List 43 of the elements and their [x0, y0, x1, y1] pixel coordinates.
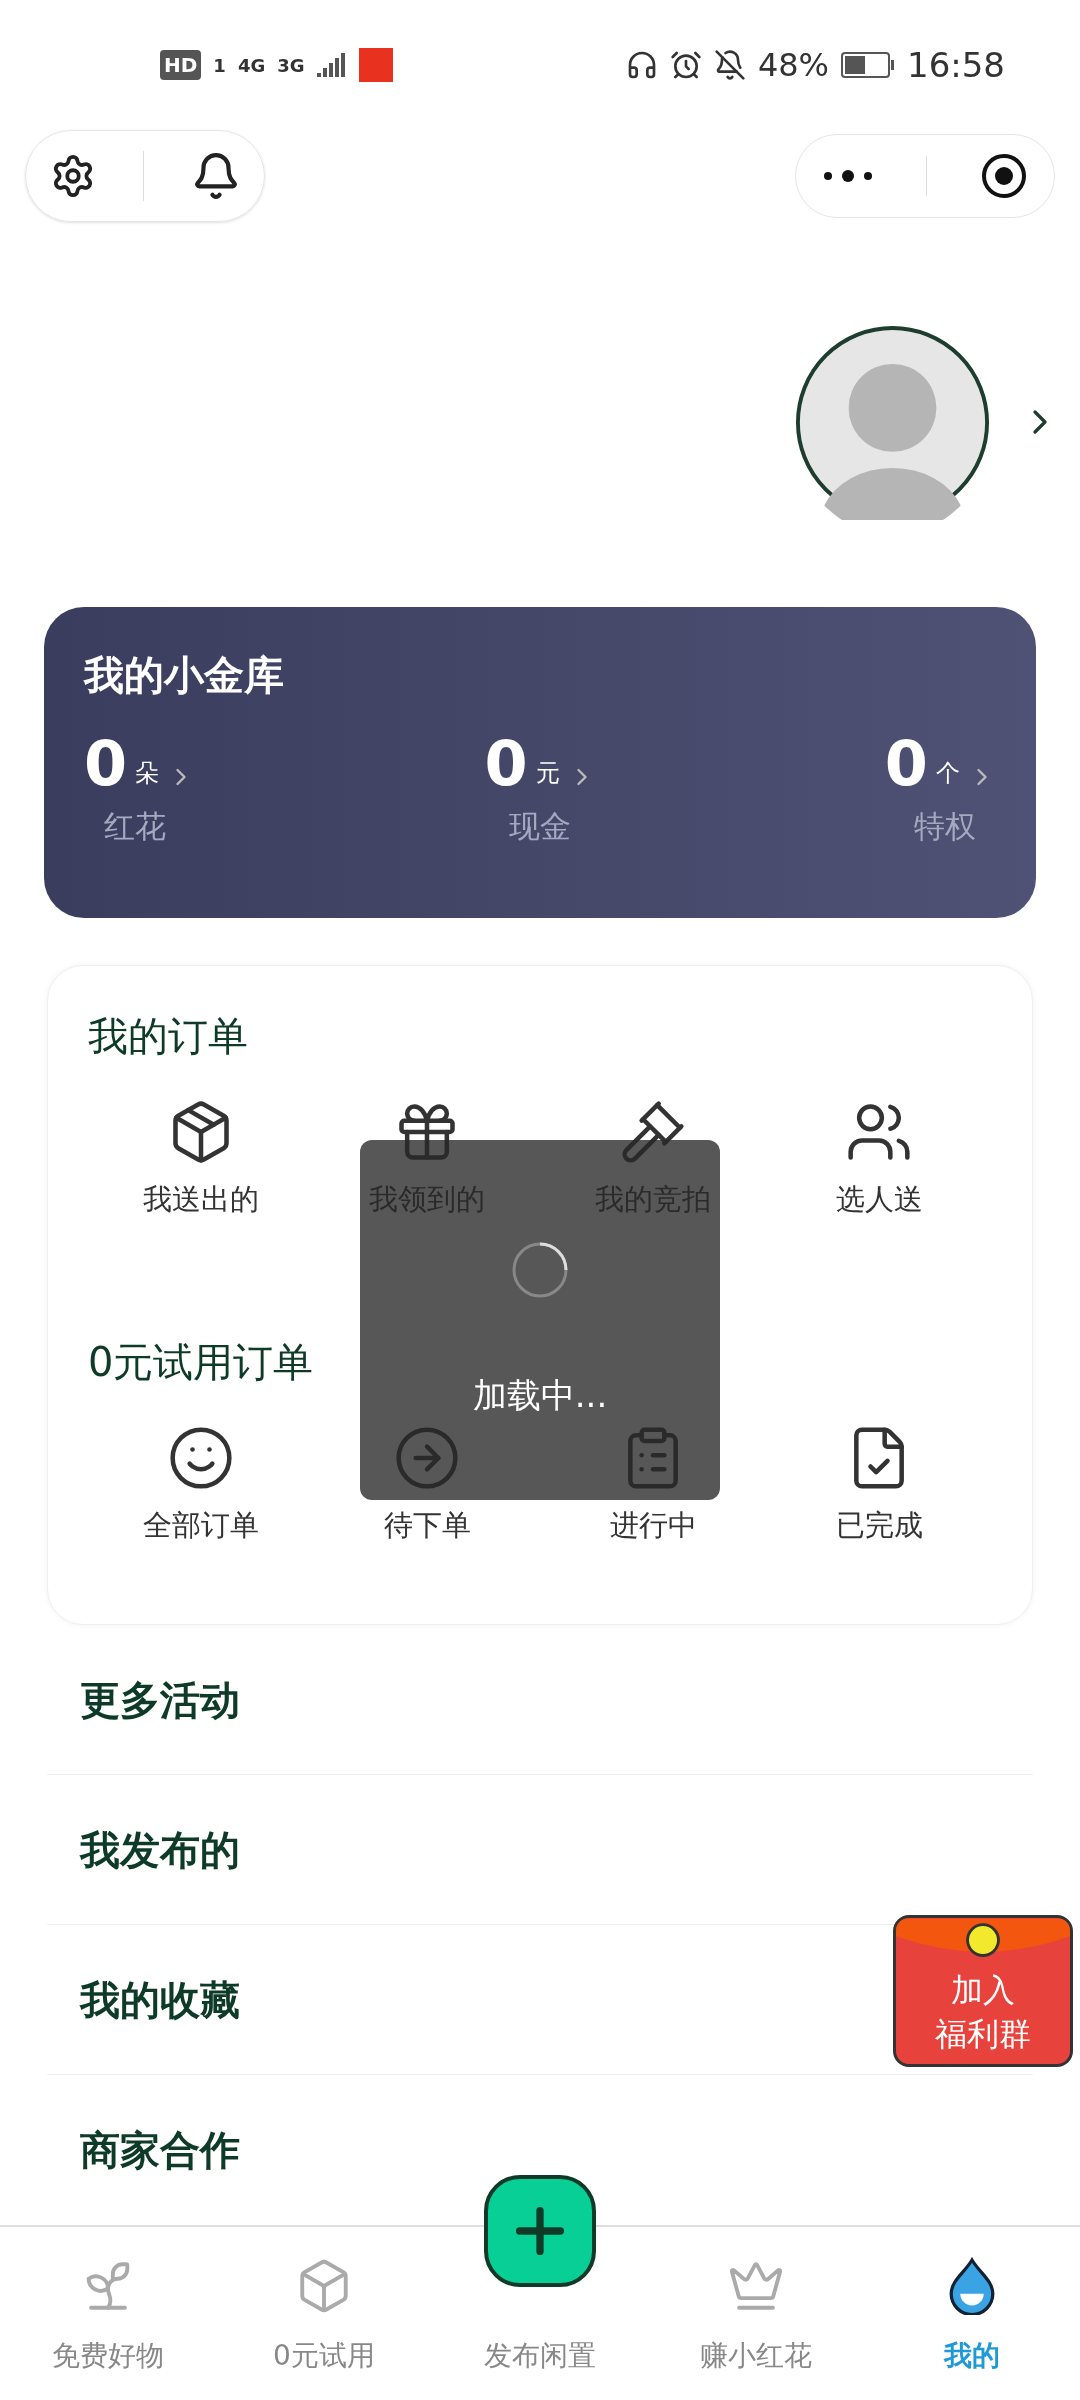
menu-item[interactable]: 更多活动 — [80, 1669, 240, 1730]
order-shortcut[interactable]: 已完成 — [835, 1503, 923, 1547]
signal-icon — [316, 53, 347, 77]
promo-text: 福利群 — [935, 2014, 1031, 2055]
status-indicator: 3G — [277, 53, 305, 78]
stat-label: 红花 — [103, 807, 167, 846]
tab[interactable]: 赚小红花 — [648, 2227, 864, 2400]
section-title: 我的订单 — [88, 1012, 249, 1061]
stat-unit: 朵 — [135, 758, 160, 789]
avatar[interactable] — [795, 324, 990, 520]
menu-item[interactable]: 商家合作 — [80, 2120, 240, 2180]
menu-item[interactable]: 我的收藏 — [80, 1969, 240, 2030]
order-shortcut[interactable]: 全部订单 — [143, 1503, 259, 1547]
order-shortcut[interactable]: 我送出的 — [143, 1178, 259, 1222]
status-indicator: 1 — [213, 53, 226, 78]
tab[interactable]: 0元试用 — [216, 2227, 432, 2400]
clock: 16:58 — [907, 43, 1005, 87]
wallet-title: 我的小金库 — [84, 651, 285, 700]
battery-percent: 48% — [757, 45, 829, 86]
loading-text: 加载中... — [472, 1373, 608, 1417]
order-shortcut[interactable]: 待下单 — [383, 1503, 471, 1547]
tab[interactable]: 免费好物 — [0, 2227, 216, 2400]
stat-unit: 个 — [936, 758, 960, 789]
promo-envelope-button[interactable]: 加入 福利群 — [893, 1915, 1073, 2067]
stat-label: 现金 — [508, 807, 572, 846]
stat-value: 0 — [884, 733, 928, 795]
stat-unit: 元 — [535, 758, 560, 789]
tab[interactable]: 发布闲置 — [432, 2175, 648, 2400]
menu-item[interactable]: 我发布的 — [80, 1819, 240, 1880]
order-shortcut[interactable]: 进行中 — [609, 1503, 697, 1547]
order-shortcut[interactable]: 选人送 — [835, 1178, 923, 1222]
status-indicator: HD — [160, 50, 202, 80]
more-icon[interactable] — [822, 170, 873, 182]
bell-off-icon — [713, 49, 746, 81]
battery-icon — [841, 52, 895, 78]
stat-label: 特权 — [913, 807, 977, 846]
promo-text: 加入 — [951, 1970, 1015, 2011]
stat-value: 0 — [484, 733, 528, 795]
section-title: 0元试用订单 — [88, 1337, 315, 1387]
alarm-icon — [669, 49, 702, 81]
add-icon — [484, 2175, 596, 2287]
stat-value: 0 — [84, 733, 128, 795]
status-indicator: 4G — [237, 53, 266, 78]
